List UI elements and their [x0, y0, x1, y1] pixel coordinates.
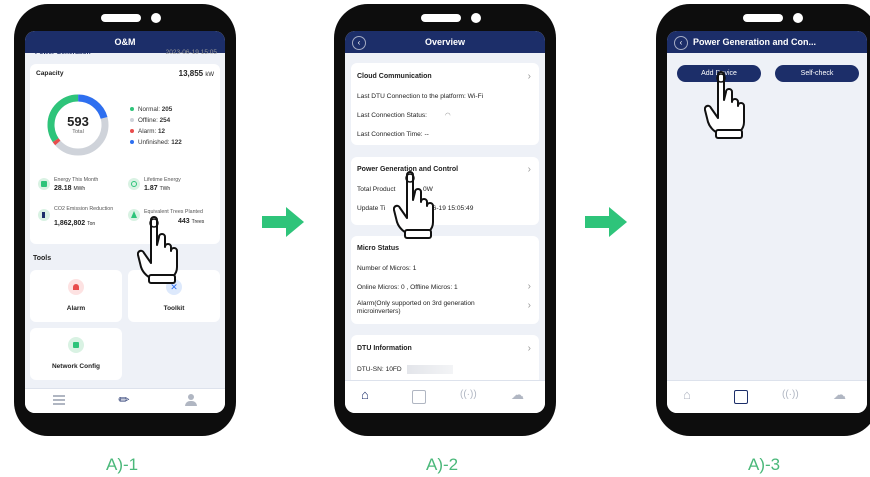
list-tab-icon[interactable] — [53, 395, 65, 405]
alarm-tool-label: Alarm — [66, 305, 86, 312]
stat-label: Energy This Month — [54, 177, 99, 183]
stat-value: 1.87 TWh — [144, 185, 171, 192]
back-icon[interactable]: ‹ — [352, 36, 366, 50]
cloud-tab-icon[interactable]: ☁ — [511, 387, 524, 403]
chevron-right-icon: › — [527, 300, 531, 311]
stat-label: Lifetime Energy — [144, 177, 181, 183]
legend-item: Alarm: 12 — [130, 128, 182, 135]
cloud-tab-icon[interactable]: ☁ — [833, 387, 846, 403]
cloud-line: Last Connection Status: — [357, 112, 428, 119]
network-icon — [68, 337, 84, 353]
legend-dot — [130, 118, 134, 123]
home-tab-icon[interactable]: ⌂ — [683, 387, 691, 402]
total-value: 593 — [67, 114, 89, 129]
energy-icon — [131, 181, 137, 187]
calendar-icon — [41, 181, 47, 187]
power-generation-card[interactable]: Power Generation and Control › Total Pro… — [351, 157, 539, 225]
micro-status-card: Micro Status Number of Micros: 1 Online … — [351, 236, 539, 324]
chevron-right-icon: › — [527, 281, 531, 292]
factory-icon — [42, 212, 45, 218]
alarm-icon — [68, 279, 84, 295]
power-generation-screen: ‹ Power Generation and Con... Add Device… — [667, 31, 867, 413]
dtu-sn: DTU-SN: 10FD — [357, 366, 402, 373]
micro-line[interactable]: Alarm(Only supported on 3rd generation — [357, 300, 475, 307]
chevron-right-icon: › — [527, 164, 531, 175]
stat-value: 28.18 MWh — [54, 185, 86, 192]
legend-dot — [130, 129, 134, 134]
overview-header: ‹ Overview — [345, 31, 545, 53]
phone-speaker — [743, 14, 783, 22]
dtu-title: DTU Information — [357, 345, 412, 352]
total-label: Total — [72, 129, 84, 135]
chevron-right-icon: › — [527, 71, 531, 82]
phone-speaker — [101, 14, 141, 22]
legend-dot — [130, 140, 134, 145]
legend-item: Offline: 254 — [130, 117, 182, 124]
overview-tabbar: ⌂ ((·)) ☁ — [345, 380, 545, 413]
caption-a2: A)-2 — [426, 455, 459, 474]
micro-title: Micro Status — [357, 245, 400, 252]
overview-title: Overview — [424, 37, 466, 47]
section-cut-label: Power Generation — [35, 49, 91, 56]
cloud-title: Cloud Communication — [357, 73, 432, 80]
phone-camera — [471, 13, 481, 23]
home-tab-icon[interactable]: ⌂ — [361, 387, 369, 402]
om-tabbar: ✎ — [25, 388, 225, 413]
hand-pointer-icon — [137, 216, 178, 284]
self-check-button[interactable]: Self-check — [775, 65, 859, 82]
om-title: O&M — [114, 37, 136, 47]
wrench-tab-icon[interactable]: ✎ — [115, 390, 134, 409]
capacity-value: 13,855 kW — [178, 69, 214, 78]
phone-a2: ‹ Overview Cloud Communication › Last DT… — [334, 4, 556, 436]
toolkit-tool-label: Toolkit — [163, 305, 185, 312]
legend-dot — [130, 107, 134, 112]
status-legend: Normal: 205 Offline: 254 Alarm: 12 Unfinish… — [130, 106, 182, 150]
power-line: Total Product — [357, 186, 396, 193]
stat-label: CO2 Emission Reduction — [54, 206, 114, 212]
caption-a3: A)-3 — [748, 455, 781, 474]
signal-tab-icon[interactable]: ((·)) — [782, 389, 799, 400]
phone-a3: ‹ Power Generation and Con... Add Device… — [656, 4, 870, 436]
capacity-card: Capacity 13,855 kW 593 Total Normal: 205… — [30, 64, 220, 244]
power-line: Update Ti — [357, 205, 386, 212]
redacted-block — [407, 365, 453, 374]
dtu-information-card[interactable]: DTU Information › DTU-SN: 10FD — [351, 335, 539, 385]
phone-speaker — [421, 14, 461, 22]
capacity-label: Capacity — [36, 70, 64, 77]
tools-label: Tools — [33, 255, 52, 262]
network-config-button[interactable]: Network Config — [30, 328, 122, 380]
micro-line: Number of Micros: 1 — [357, 265, 417, 272]
om-screen: O&M Power Generation 2023-06-19 15:05 Ca… — [25, 31, 225, 413]
stat-value: 1,862,802 Ton — [54, 220, 96, 227]
cloud-line: Last Connection Time: -- — [357, 131, 429, 138]
phone-camera — [793, 13, 803, 23]
hand-pointer-icon — [393, 171, 434, 239]
caption-a1: A)-1 — [106, 455, 139, 474]
signal-tab-icon[interactable]: ((·)) — [460, 389, 477, 400]
micro-line: microinverters) — [357, 308, 401, 315]
cloud-communication-card[interactable]: Cloud Communication › Last DTU Connectio… — [351, 63, 539, 145]
next-step-arrow — [585, 207, 627, 237]
power-generation-title: Power Generation and Con... — [693, 37, 817, 47]
overview-screen: ‹ Overview Cloud Communication › Last DT… — [345, 31, 545, 413]
hand-pointer-icon — [704, 71, 745, 139]
legend-item: Normal: 205 — [130, 106, 182, 113]
micro-line[interactable]: Online Micros: 0 , Offline Micros: 1 — [357, 284, 458, 291]
next-step-arrow — [262, 207, 304, 237]
date-cut-label: 2023-06-19 15:05 — [165, 49, 217, 56]
wifi-icon: ◠ — [445, 112, 451, 119]
cloud-line: Last DTU Connection to the platform: Wi-… — [357, 93, 484, 100]
back-icon[interactable]: ‹ — [674, 36, 688, 50]
alarm-tool-button[interactable]: Alarm — [30, 270, 122, 322]
chevron-right-icon: › — [527, 343, 531, 354]
legend-item: Unfinished: 122 — [130, 139, 182, 146]
power-generation-header: ‹ Power Generation and Con... — [667, 31, 867, 53]
network-config-label: Network Config — [51, 363, 101, 370]
phone-camera — [151, 13, 161, 23]
stats-tab-icon[interactable] — [412, 390, 426, 404]
phone-a1: O&M Power Generation 2023-06-19 15:05 Ca… — [14, 4, 236, 436]
user-tab-icon[interactable] — [185, 394, 197, 406]
stats-tab-icon[interactable] — [734, 390, 748, 404]
power-generation-tabbar: ⌂ ((·)) ☁ — [667, 380, 867, 413]
